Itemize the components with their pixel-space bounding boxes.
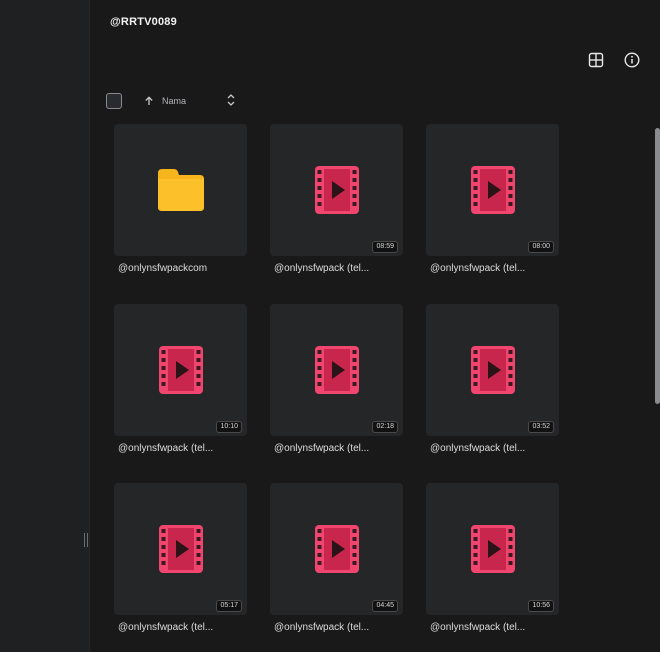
info-button[interactable]: [622, 50, 642, 70]
main-content: @RRTV0089 Nama @onlynsfwpackcom 08:59 @o…: [90, 0, 660, 652]
thumbnail[interactable]: 10:56: [426, 483, 559, 615]
info-icon: [624, 52, 640, 68]
vertical-scrollbar[interactable]: [655, 128, 660, 404]
video-file-icon: [314, 346, 359, 394]
video-file-icon: [314, 525, 359, 573]
video-file-icon: [470, 166, 515, 214]
arrow-up-icon: [145, 96, 153, 105]
file-tile[interactable]: 03:52 @onlynsfwpack (tel...: [426, 304, 559, 454]
thumbnail[interactable]: [114, 124, 247, 256]
video-file-icon: [470, 525, 515, 573]
top-actions: [580, 50, 660, 72]
file-tile[interactable]: 08:59 @onlynsfwpack (tel...: [270, 124, 403, 274]
video-file-icon: [470, 346, 515, 394]
sort-by-name-button[interactable]: Nama: [144, 92, 186, 110]
duration-badge: 03:52: [528, 421, 554, 433]
folder-title: @RRTV0089: [110, 16, 177, 28]
thumbnail[interactable]: 08:00: [426, 124, 559, 256]
duration-badge: 02:18: [372, 421, 398, 433]
file-tile[interactable]: 08:00 @onlynsfwpack (tel...: [426, 124, 559, 274]
file-name: @onlynsfwpack (tel...: [118, 443, 214, 454]
thumbnail[interactable]: 03:52: [426, 304, 559, 436]
thumbnail[interactable]: 04:45: [270, 483, 403, 615]
video-file-icon: [158, 525, 203, 573]
file-tile[interactable]: 02:18 @onlynsfwpack (tel...: [270, 304, 403, 454]
duration-badge: 04:45: [372, 600, 398, 612]
duration-badge: 10:10: [216, 421, 242, 433]
thumbnail[interactable]: 08:59: [270, 124, 403, 256]
sort-label: Nama: [162, 96, 187, 106]
thumbnail[interactable]: 05:17: [114, 483, 247, 615]
duration-badge: 08:00: [528, 241, 554, 253]
sort-order-toggle[interactable]: [226, 93, 236, 112]
file-tile[interactable]: @onlynsfwpackcom: [114, 124, 247, 274]
file-name: @onlynsfwpack (tel...: [118, 622, 214, 633]
duration-badge: 05:17: [216, 600, 242, 612]
file-name: @onlynsfwpackcom: [118, 263, 208, 274]
chevron-up-down-icon: [227, 94, 235, 106]
file-name: @onlynsfwpack (tel...: [430, 263, 526, 274]
select-all-checkbox[interactable]: [106, 93, 122, 109]
file-name: @onlynsfwpack (tel...: [430, 622, 526, 633]
video-file-icon: [314, 166, 359, 214]
grid-icon: [588, 52, 604, 68]
grid-view-button[interactable]: [586, 50, 606, 70]
file-name: @onlynsfwpack (tel...: [274, 622, 370, 633]
thumbnail[interactable]: 10:10: [114, 304, 247, 436]
file-name: @onlynsfwpack (tel...: [274, 263, 370, 274]
file-name: @onlynsfwpack (tel...: [430, 443, 526, 454]
sort-bar: Nama: [106, 92, 246, 110]
file-tile[interactable]: 04:45 @onlynsfwpack (tel...: [270, 483, 403, 633]
thumbnail[interactable]: 02:18: [270, 304, 403, 436]
file-browser-window: @RRTV0089 Nama @onlynsfwpackcom 08:59 @o…: [0, 0, 660, 652]
sidebar-resize-handle[interactable]: [83, 533, 89, 547]
sidebar: [0, 0, 90, 652]
file-tile[interactable]: 05:17 @onlynsfwpack (tel...: [114, 483, 247, 633]
folder-icon: [157, 169, 204, 211]
file-tile[interactable]: 10:10 @onlynsfwpack (tel...: [114, 304, 247, 454]
file-name: @onlynsfwpack (tel...: [274, 443, 370, 454]
video-file-icon: [158, 346, 203, 394]
file-tile[interactable]: 10:56 @onlynsfwpack (tel...: [426, 483, 559, 633]
duration-badge: 10:56: [528, 600, 554, 612]
duration-badge: 08:59: [372, 241, 398, 253]
